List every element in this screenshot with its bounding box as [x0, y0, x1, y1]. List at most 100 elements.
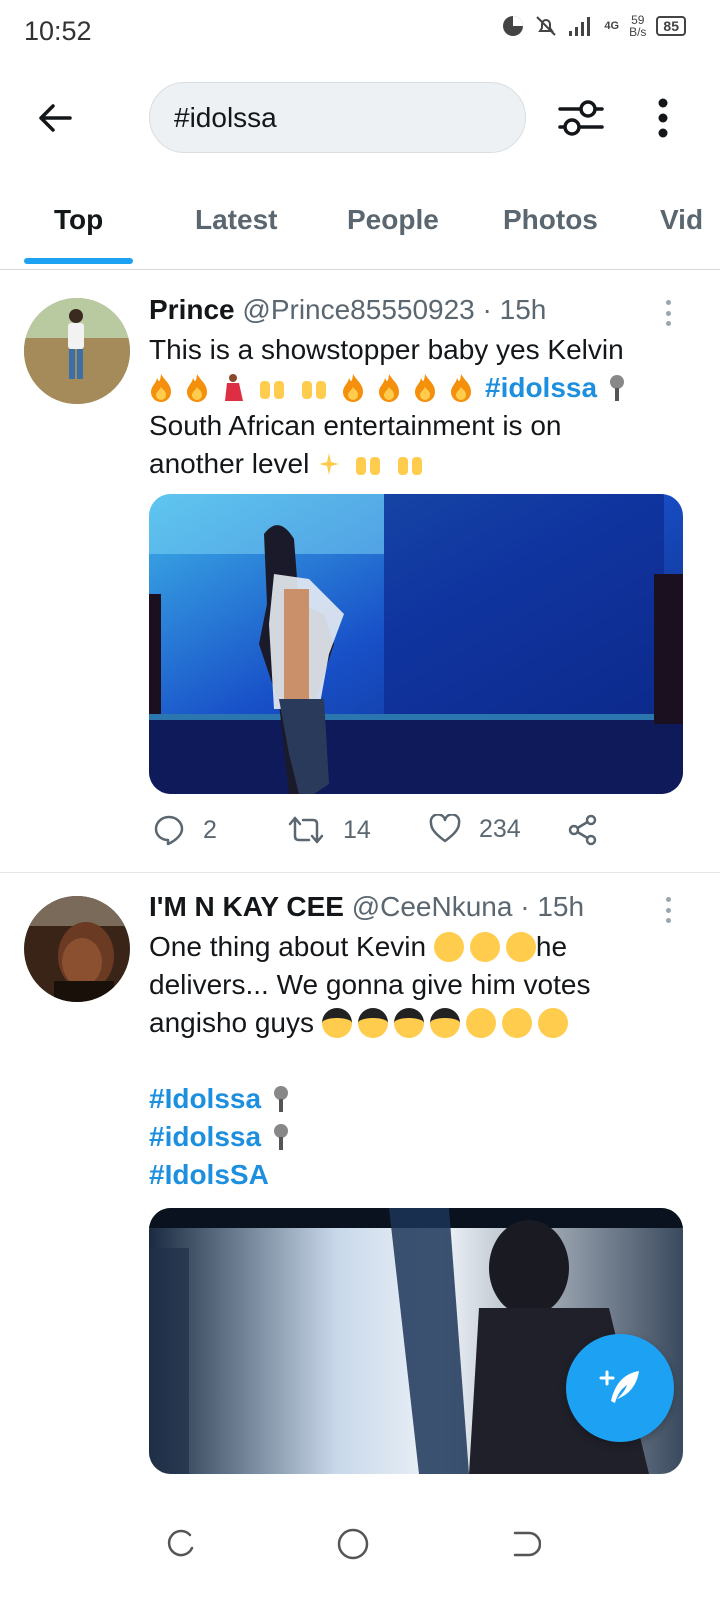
home-icon	[337, 1528, 369, 1560]
hashtag-line: #IdolsSA	[149, 1156, 689, 1194]
retweet-icon	[288, 816, 324, 844]
fire-emoji-icon	[151, 374, 171, 402]
system-navigation-bar	[0, 1490, 720, 1600]
fire-emoji-icon	[187, 374, 207, 402]
more-vertical-icon	[658, 98, 668, 138]
avatar-image	[24, 896, 130, 1002]
raised-hands-emoji-icon	[302, 381, 326, 399]
retweet-count: 14	[343, 815, 371, 844]
signal-icon	[569, 17, 591, 36]
sunglasses-emoji-icon	[393, 1008, 424, 1038]
tweet-time: · 15h	[482, 294, 547, 325]
tweet-menu-button[interactable]	[658, 296, 678, 330]
text-line-with-emoji: angisho guys	[149, 1004, 689, 1042]
tab-top[interactable]: Top	[54, 204, 103, 236]
hashtag-link[interactable]: #Idolssa	[149, 1083, 261, 1114]
tab-photos[interactable]: Photos	[503, 204, 598, 236]
fire-emoji-icon	[415, 374, 435, 402]
text-line-with-emoji: another level	[149, 445, 689, 483]
back-nav-icon	[513, 1531, 541, 1557]
tweet[interactable]: Prince @Prince85550923 · 15h This is a s…	[0, 276, 720, 872]
reply-button[interactable]: 2	[153, 814, 217, 846]
author-name[interactable]: Prince	[149, 294, 235, 325]
tweet-menu-button[interactable]	[658, 893, 678, 927]
grinning-emoji-icon	[537, 1008, 568, 1038]
compose-tweet-button[interactable]	[566, 1334, 674, 1442]
performance-photo	[149, 494, 683, 794]
raised-hands-emoji-icon	[260, 381, 284, 399]
avatar[interactable]	[24, 298, 130, 404]
mute-icon	[536, 16, 557, 36]
raised-hands-emoji-icon	[356, 457, 381, 475]
status-icons: 4G 59 B/s 85	[502, 14, 686, 38]
search-filter-button[interactable]	[554, 94, 608, 142]
back-nav-button[interactable]	[498, 1518, 550, 1570]
smiling-emoji-icon	[469, 932, 500, 962]
emoji-line: #idolssa	[149, 369, 689, 407]
fire-emoji-icon	[343, 374, 363, 402]
sparkles-emoji-icon	[319, 453, 340, 475]
like-icon	[429, 814, 461, 843]
tweet-header: I'M N KAY CEE @CeeNkuna · 15h	[149, 891, 584, 923]
dancer-emoji-icon	[225, 374, 243, 401]
recent-apps-icon	[167, 1529, 194, 1557]
recent-apps-button[interactable]	[154, 1518, 206, 1570]
network-speed: 59 B/s	[629, 13, 647, 39]
hashtag-link[interactable]: #idolssa	[485, 372, 597, 403]
hashtag-line: #idolssa	[149, 1118, 689, 1156]
status-time: 10:52	[24, 16, 92, 46]
tweet-text: One thing about Kevin he delivers... We …	[149, 928, 689, 1194]
microphone-emoji-icon	[609, 375, 624, 401]
smiling-emoji-icon	[505, 932, 536, 962]
tab-latest[interactable]: Latest	[195, 204, 277, 236]
filter-icon	[558, 100, 604, 136]
hashtag-line: #Idolssa	[149, 1080, 689, 1118]
home-button[interactable]	[327, 1518, 379, 1570]
author-handle[interactable]: @CeeNkuna	[352, 891, 513, 922]
tweet-image[interactable]	[149, 494, 683, 794]
sunglasses-emoji-icon	[429, 1008, 460, 1038]
grinning-emoji-icon	[465, 1008, 496, 1038]
raised-hands-emoji-icon	[398, 457, 423, 475]
more-options-button[interactable]	[645, 94, 681, 142]
smiling-emoji-icon	[433, 932, 464, 962]
status-bar: 10:52 4G 59 B/s 85	[0, 0, 720, 64]
search-input[interactable]	[150, 83, 525, 152]
tab-people[interactable]: People	[347, 204, 439, 236]
text-line-with-emoji: One thing about Kevin he	[149, 931, 568, 962]
grinning-emoji-icon	[501, 1008, 532, 1038]
fire-emoji-icon	[451, 374, 471, 402]
back-button[interactable]	[30, 96, 80, 140]
author-handle[interactable]: @Prince85550923	[242, 294, 474, 325]
like-button[interactable]: 234	[429, 814, 521, 844]
author-name[interactable]: I'M N KAY CEE	[149, 891, 344, 922]
share-button[interactable]	[567, 814, 599, 846]
microphone-emoji-icon	[273, 1124, 288, 1150]
reply-count: 2	[203, 815, 217, 844]
sunglasses-emoji-icon	[321, 1008, 352, 1038]
tab-videos[interactable]: Vid	[660, 204, 703, 236]
battery-level: 85	[656, 16, 686, 36]
search-header	[0, 64, 720, 174]
like-count: 234	[479, 814, 521, 843]
retweet-button[interactable]: 14	[287, 814, 371, 846]
search-box[interactable]	[149, 82, 526, 153]
microphone-emoji-icon	[273, 1086, 288, 1112]
avatar-image	[24, 298, 130, 404]
hashtag-link[interactable]: #IdolsSA	[149, 1159, 269, 1190]
reply-icon	[154, 815, 184, 846]
hashtag-link[interactable]: #idolssa	[149, 1121, 261, 1152]
tweet-actions: 2 14 234	[149, 814, 683, 854]
share-icon	[568, 814, 597, 846]
network-type: 4G	[604, 20, 620, 32]
compose-icon	[599, 1370, 639, 1403]
avatar[interactable]	[24, 896, 130, 1002]
data-saver-icon	[503, 16, 524, 36]
active-tab-indicator	[24, 258, 133, 264]
search-tabs: Top Latest People Photos Vid	[0, 174, 720, 270]
tweet-text: This is a showstopper baby yes Kelvin #i…	[149, 331, 689, 483]
fire-emoji-icon	[379, 374, 399, 402]
tweet-header: Prince @Prince85550923 · 15h	[149, 294, 546, 326]
back-arrow-icon	[39, 104, 72, 132]
sunglasses-emoji-icon	[357, 1008, 388, 1038]
